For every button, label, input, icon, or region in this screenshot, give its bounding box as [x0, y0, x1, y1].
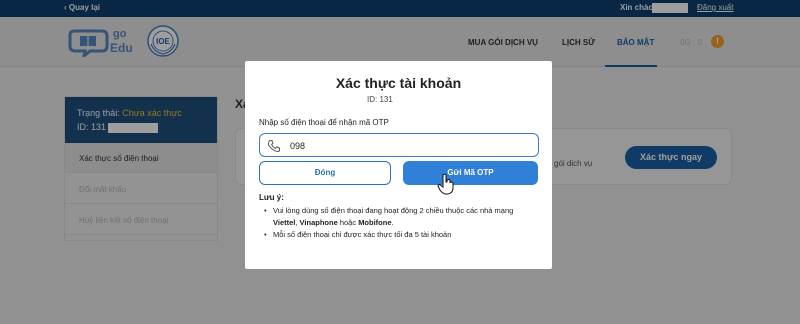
phone-number-value: 098 [290, 141, 306, 151]
send-otp-button[interactable]: Gửi Mã OTP [403, 161, 538, 185]
notes-title: Lưu ý: [259, 193, 284, 202]
dialog-account-id: ID: 131 [367, 95, 393, 104]
note-carriers: Vui lòng dùng số điện thoại đang hoạt độ… [259, 205, 539, 229]
hand-cursor-icon [437, 173, 454, 195]
note-account-limit: Mỗi số điện thoại chỉ được xác thực tối … [259, 229, 539, 241]
phone-icon [267, 140, 280, 153]
verify-account-dialog: Xác thực tài khoản ID: 131 Nhập số điện … [245, 61, 552, 269]
phone-input-label: Nhập số điện thoại để nhận mã OTP [259, 118, 389, 127]
notes-list: Vui lòng dùng số điện thoại đang hoạt độ… [259, 205, 539, 241]
dialog-title: Xác thực tài khoản [335, 75, 462, 91]
close-button[interactable]: Đóng [259, 161, 391, 185]
phone-number-field[interactable]: 098 [259, 133, 539, 157]
